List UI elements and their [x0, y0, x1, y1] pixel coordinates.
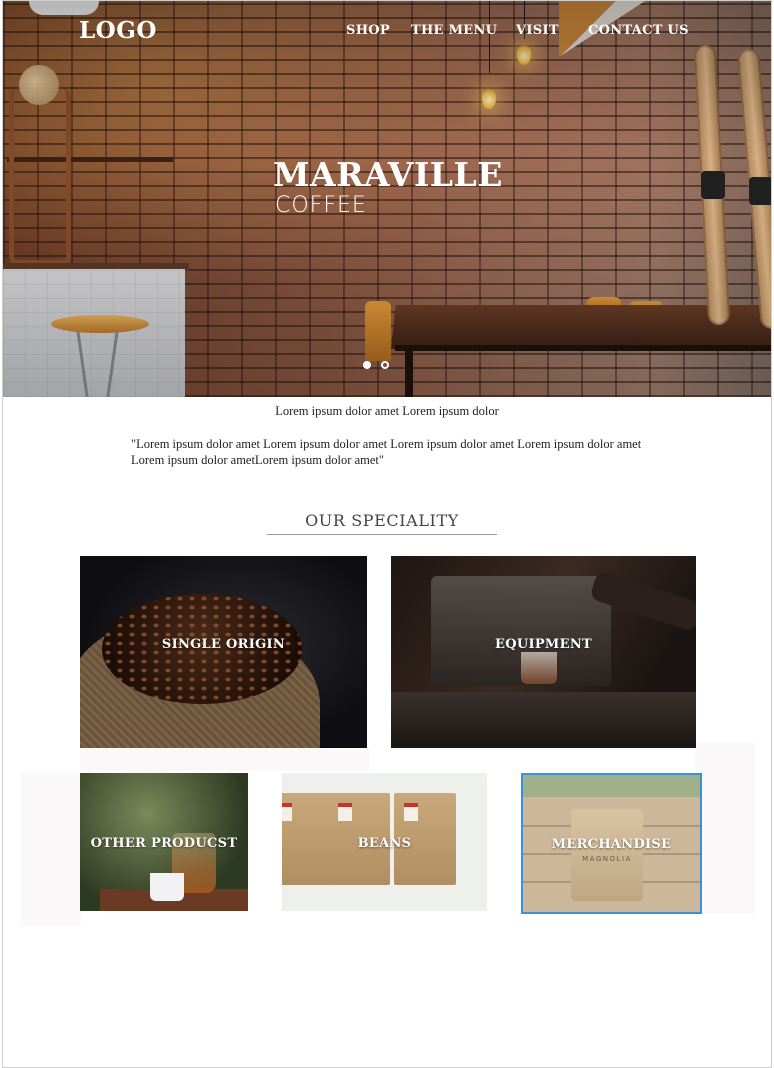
hero-title: MARAVILLE — [273, 155, 503, 194]
section-divider — [267, 534, 497, 535]
card-label: BEANS — [357, 836, 412, 851]
card-equipment[interactable]: EQUIPMENT — [391, 556, 696, 748]
espresso-cup-image — [521, 652, 557, 684]
card-label: MERCHANDISE — [551, 837, 672, 852]
nav-item-the-menu[interactable]: THE MENU — [411, 23, 497, 38]
carousel-dot-active[interactable] — [363, 361, 371, 369]
hero-overlay — [3, 1, 771, 397]
nav-item-shop[interactable]: SHOP — [346, 23, 390, 38]
card-beans[interactable]: BEANS — [282, 773, 487, 911]
card-single-origin[interactable]: SINGLE ORIGIN — [80, 556, 367, 748]
card-label: EQUIPMENT — [495, 637, 592, 652]
hero-subtitle: COFFEE — [275, 193, 367, 218]
page-frame: LOGO SHOP THE MENU VISIT CONTACT US MARA… — [2, 0, 772, 1068]
card-label: OTHER PRODUCST — [90, 836, 238, 851]
ghost-frame — [21, 772, 81, 926]
merch-bag-text: MAGNOLIA — [582, 855, 632, 863]
hero-banner: LOGO SHOP THE MENU VISIT CONTACT US MARA… — [3, 1, 771, 397]
merch-bag-image: MAGNOLIA — [571, 809, 643, 901]
card-label: SINGLE ORIGIN — [161, 637, 286, 652]
mug-image — [150, 873, 184, 901]
ghost-frame — [695, 743, 755, 914]
intro-caption: Lorem ipsum dolor amet Lorem ipsum dolor — [275, 404, 499, 418]
card-other-products[interactable]: OTHER PRODUCST — [80, 773, 248, 911]
intro-quote: "Lorem ipsum dolor amet Lorem ipsum dolo… — [131, 437, 642, 467]
bag-label — [404, 803, 418, 821]
site-logo[interactable]: LOGO — [79, 17, 157, 44]
bag-label — [338, 803, 352, 821]
carousel-dot[interactable] — [381, 361, 389, 369]
counter-image — [391, 692, 696, 748]
nav-item-contact-us[interactable]: CONTACT US — [588, 23, 689, 38]
bag-label — [282, 803, 292, 821]
section-title: OUR SPECIALITY — [305, 511, 459, 530]
card-merchandise[interactable]: MAGNOLIA MERCHANDISE — [521, 773, 702, 914]
nav-item-visit[interactable]: VISIT — [516, 23, 559, 38]
ghost-frame — [80, 749, 370, 771]
